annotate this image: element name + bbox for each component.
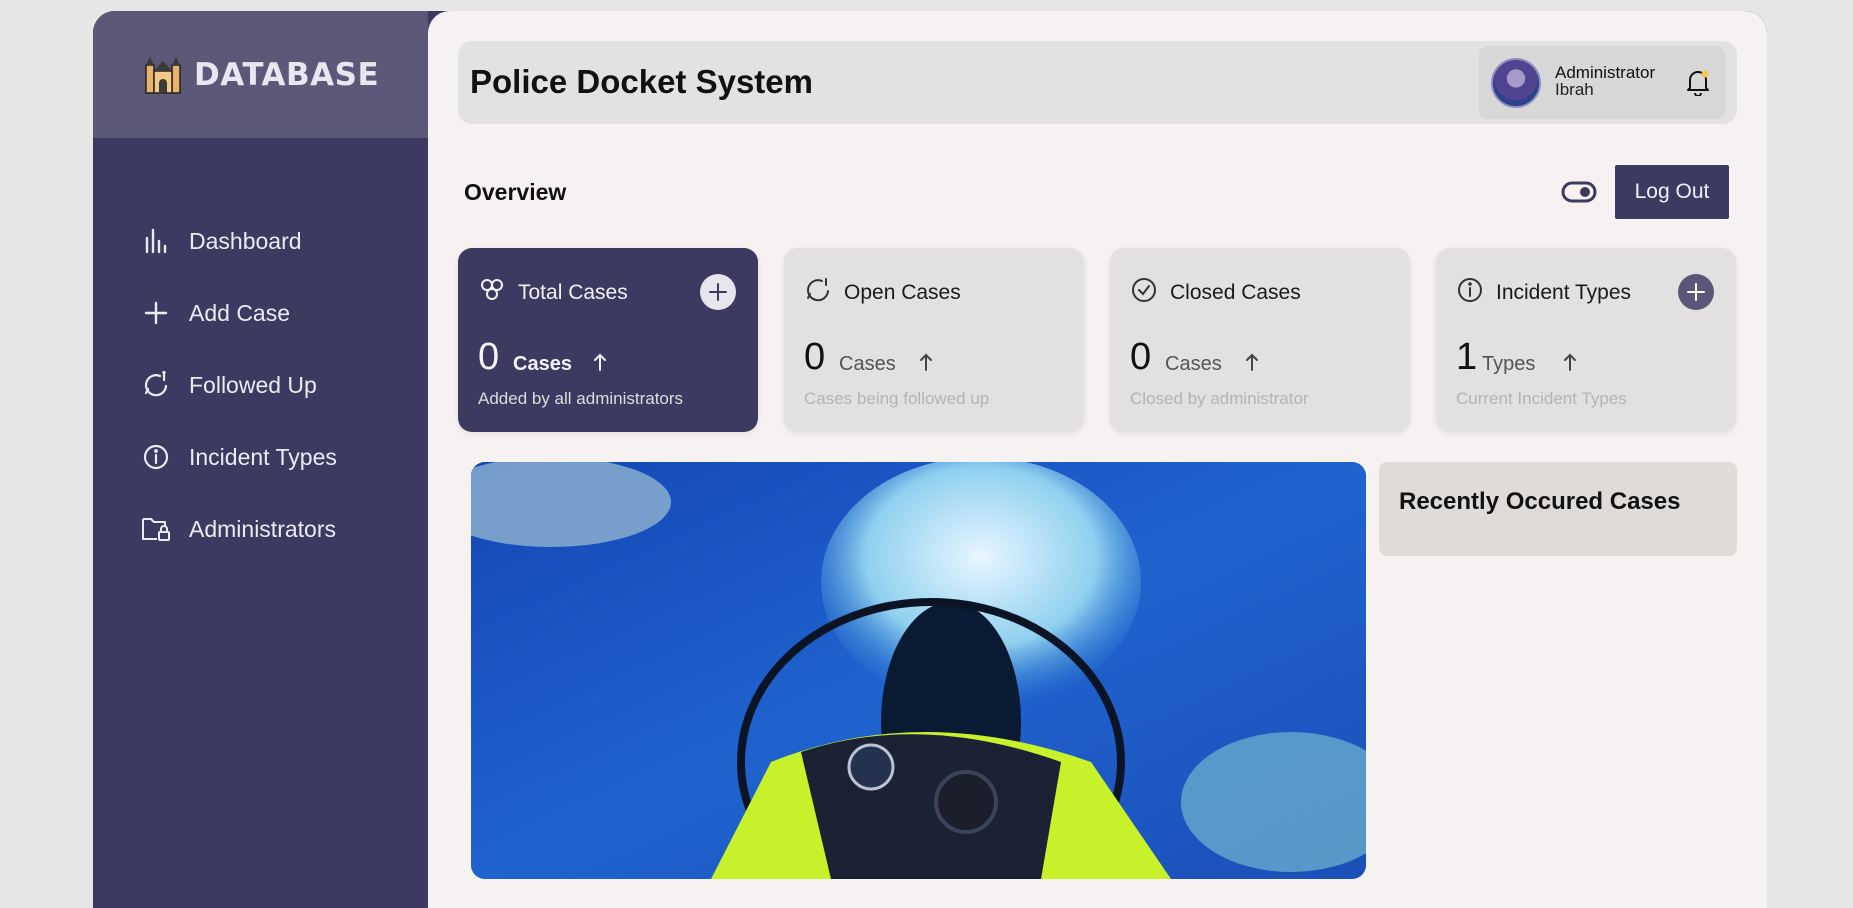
check-circle-icon [1132,278,1156,302]
overview-title: Overview [464,179,567,205]
card-value: 0 [478,336,500,378]
page-title: Police Docket System [470,63,813,100]
sidebar-item-followed-up[interactable]: Followed Up [141,349,337,421]
card-desc: Closed by administrator [1130,389,1309,408]
card-open-cases[interactable]: Open Cases 0 Cases Cases being followed … [784,248,1084,432]
plus-icon [1687,283,1705,301]
card-unit: Cases [513,353,572,375]
hexagons-icon [481,279,503,300]
bar-chart-icon [141,226,171,256]
card-title: Open Cases [844,281,961,304]
topbar: Police Docket System Administrator Ibrah [458,41,1737,124]
sidebar-item-dashboard[interactable]: Dashboard [141,205,337,277]
logout-button[interactable]: Log Out [1615,165,1729,219]
card-value: 1 [1456,336,1478,378]
app-window: DATABASE Dashboard Add Case Followed Up [93,11,1767,908]
follow-up-icon [141,370,171,400]
hero-image [471,462,1366,879]
theme-toggle-icon[interactable] [1561,181,1597,203]
arrow-up-icon [1246,353,1258,371]
sidebar-item-add-case[interactable]: Add Case [141,277,337,349]
follow-up-icon [807,278,829,302]
user-name: Ibrah [1555,80,1594,99]
main-content: Police Docket System Administrator Ibrah… [428,11,1767,908]
card-unit: Cases [1165,353,1222,375]
bell-icon[interactable] [1685,68,1711,96]
arrow-up-icon [920,353,932,371]
brand[interactable]: DATABASE [93,11,428,138]
sidebar: DATABASE Dashboard Add Case Followed Up [93,11,428,908]
card-desc: Current Incident Types [1456,389,1627,408]
card-total-cases[interactable]: Total Cases 0 Cases Added by all adminis… [458,248,758,432]
sidebar-item-label: Followed Up [189,371,317,398]
info-icon [141,442,171,472]
add-incident-type-button[interactable] [1678,274,1714,310]
folder-lock-icon [141,514,171,544]
diver-illustration [471,462,1366,879]
arrow-up-icon [1564,353,1576,371]
add-case-button[interactable] [700,274,736,310]
recent-cases-panel: Recently Occured Cases [1379,462,1737,556]
card-desc: Cases being followed up [804,389,990,408]
info-icon [1458,278,1482,302]
sidebar-item-label: Add Case [189,299,291,326]
card-incident-types[interactable]: Incident Types 1 Types Current Incident … [1436,248,1736,432]
card-value: 0 [804,336,826,378]
sidebar-item-label: Incident Types [189,443,337,470]
recent-cases-title: Recently Occured Cases [1399,488,1681,515]
arrow-up-icon [594,353,606,371]
card-title: Incident Types [1496,281,1632,304]
user-card[interactable]: Administrator Ibrah [1479,46,1725,119]
plus-icon [141,298,171,328]
sidebar-item-incident-types[interactable]: Incident Types [141,421,337,493]
card-value: 0 [1130,336,1152,378]
card-title: Total Cases [518,281,628,304]
sidebar-item-label: Administrators [189,515,336,542]
card-desc: Added by all administrators [478,389,684,408]
sidebar-item-label: Dashboard [189,227,302,254]
plus-icon [709,283,727,301]
card-unit: Cases [839,353,896,375]
sidebar-item-administrators[interactable]: Administrators [141,493,337,565]
card-closed-cases[interactable]: Closed Cases 0 Cases Closed by administr… [1110,248,1410,432]
avatar[interactable] [1491,58,1541,108]
sidebar-nav: Dashboard Add Case Followed Up Incident … [141,205,337,565]
card-unit: Types [1482,353,1536,375]
castle-icon [145,56,181,94]
brand-name: DATABASE [194,56,380,93]
card-title: Closed Cases [1170,281,1301,304]
